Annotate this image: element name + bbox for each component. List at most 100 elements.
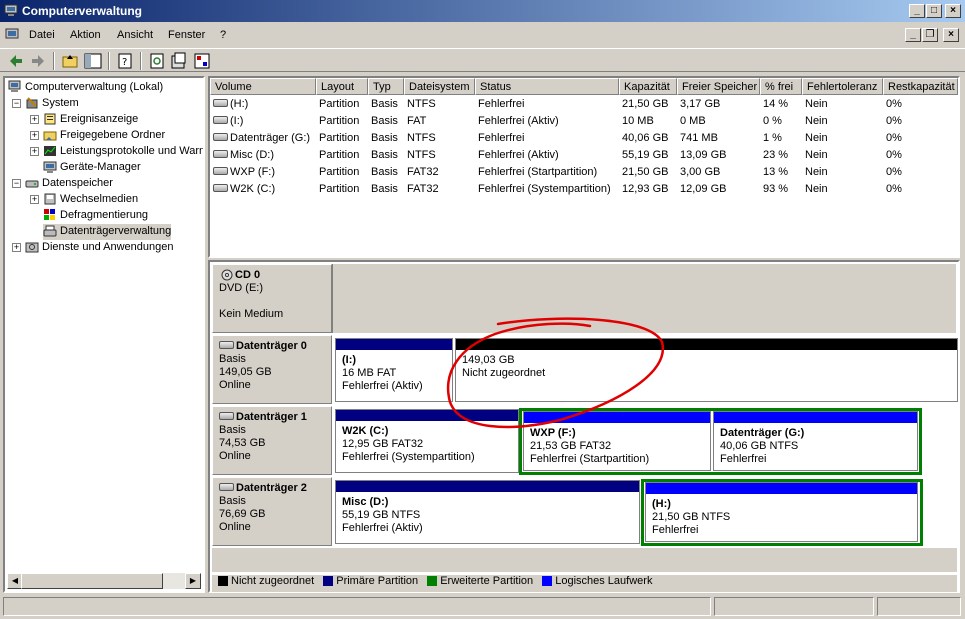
status-segment-3	[877, 597, 961, 616]
cell-capacity: 12,93 GB	[622, 183, 669, 195]
forward-arrow-icon[interactable]	[28, 51, 48, 71]
cell-layout: Partition	[319, 98, 360, 110]
services-icon	[25, 242, 39, 253]
partition-g[interactable]: Datenträger (G:) 40,06 GB NTFS Fehlerfrei	[713, 411, 918, 471]
scroll-thumb[interactable]	[21, 573, 163, 589]
tree-expander-removable[interactable]: +	[30, 195, 39, 204]
computer-icon	[8, 80, 21, 92]
tree-expander-services[interactable]: +	[12, 243, 21, 252]
cell-volume[interactable]: W2K (C:)	[210, 181, 316, 197]
console-tree: Computerverwaltung (Lokal) − System + Er…	[3, 76, 205, 593]
column-header-overhead[interactable]: Restkapazität	[883, 78, 958, 95]
disk-label-cd0[interactable]: CD 0 DVD (E:) Kein Medium	[212, 264, 332, 333]
tree-item-disk-management[interactable]: Datenträgerverwaltung	[43, 224, 172, 240]
menu-aktion[interactable]: Aktion	[70, 29, 101, 41]
column-header-fault-tolerance[interactable]: Fehlertoleranz	[802, 78, 883, 95]
tree-item-performance-logs[interactable]: Leistungsprotokolle und Warnungen	[43, 144, 203, 160]
cell-type: Basis	[371, 166, 398, 178]
drive-icon	[213, 167, 228, 176]
cell-volume[interactable]: WXP (F:)	[210, 164, 316, 180]
cell-fault-tolerance: Nein	[805, 98, 828, 110]
tree-item-shared-folders[interactable]: Freigegebene Ordner	[43, 128, 165, 144]
partition-f[interactable]: WXP (F:) 21,53 GB FAT32 Fehlerfrei (Startp…	[523, 411, 711, 471]
cell-layout: Partition	[319, 166, 360, 178]
column-header-status[interactable]: Status	[475, 78, 619, 95]
cell-volume[interactable]: Datenträger (G:)	[210, 130, 316, 146]
properties-icon[interactable]: ?	[115, 51, 135, 71]
disk-label-disk1[interactable]: Datenträger 1 Basis 74,53 GB Online	[212, 406, 332, 475]
child-restore-button[interactable]: ❐	[922, 28, 938, 42]
tree-item-device-manager[interactable]: Geräte-Manager	[43, 160, 141, 176]
cell-overhead: 0%	[886, 166, 902, 178]
menu-ansicht[interactable]: Ansicht	[117, 29, 153, 41]
cell-capacity: 55,19 GB	[622, 149, 669, 161]
show-hide-tree-icon[interactable]	[83, 51, 103, 71]
disk-label-disk2[interactable]: Datenträger 2 Basis 76,69 GB Online	[212, 477, 332, 546]
status-segment-2	[714, 597, 874, 616]
svg-text:?: ?	[122, 57, 127, 68]
column-header-volume[interactable]: Volume	[210, 78, 316, 95]
cell-fault-tolerance: Nein	[805, 132, 828, 144]
column-header-capacity[interactable]: Kapazität	[619, 78, 677, 95]
partition-d[interactable]: Misc (D:) 55,19 GB NTFS Fehlerfrei (Aktiv)	[335, 480, 640, 544]
cell-volume[interactable]: (H:)	[210, 96, 316, 112]
column-header-filesystem[interactable]: Dateisystem	[404, 78, 475, 95]
child-minimize-button[interactable]: _	[905, 28, 921, 42]
settings-icon[interactable]	[192, 51, 212, 71]
export-list-icon[interactable]	[169, 51, 189, 71]
refresh-icon[interactable]	[147, 51, 167, 71]
tree-expander-event-viewer[interactable]: +	[30, 115, 39, 124]
close-button[interactable]: ×	[945, 4, 961, 18]
cell-free-space: 3,17 GB	[680, 98, 721, 110]
cell-volume[interactable]: Misc (D:)	[210, 147, 316, 163]
cell-overhead: 0%	[886, 132, 902, 144]
tree-item-defragmentation[interactable]: Defragmentierung	[43, 208, 148, 224]
unallocated-space[interactable]: 149,03 GB Nicht zugeordnet	[455, 338, 958, 402]
tree-horizontal-scrollbar[interactable]: ◀ ▶	[7, 573, 201, 589]
maximize-button[interactable]: □	[926, 4, 942, 18]
column-header-layout[interactable]: Layout	[316, 78, 368, 95]
tree-item-removable-media[interactable]: Wechselmedien	[43, 192, 138, 208]
cell-capacity: 21,50 GB	[622, 98, 669, 110]
tree-item-services-apps[interactable]: Dienste und Anwendungen	[25, 240, 174, 256]
tree-expander-system[interactable]: −	[12, 99, 21, 108]
up-folder-icon[interactable]	[60, 51, 80, 71]
back-arrow-icon[interactable]	[6, 51, 26, 71]
cell-layout: Partition	[319, 183, 360, 195]
menu-help[interactable]: ?	[220, 29, 226, 41]
cell-overhead: 0%	[886, 98, 902, 110]
cell-status: Fehlerfrei	[478, 98, 525, 110]
scroll-right-button[interactable]: ▶	[185, 573, 201, 589]
column-header-percent-free[interactable]: % frei	[760, 78, 802, 95]
partition-c[interactable]: W2K (C:) 12,95 GB FAT32 Fehlerfrei (System…	[335, 409, 519, 473]
drive-icon	[213, 133, 228, 142]
cell-type: Basis	[371, 98, 398, 110]
partition-h[interactable]: (H:) 21,50 GB NTFS Fehlerfrei	[645, 482, 918, 542]
tree-item-computer-management[interactable]: Computerverwaltung (Lokal)	[8, 80, 163, 96]
tree-expander-storage[interactable]: −	[12, 179, 21, 188]
menu-bar: Datei Aktion Ansicht Fenster ? _ ❐ ×	[0, 24, 965, 46]
disk-label-disk0[interactable]: Datenträger 0 Basis 149,05 GB Online	[212, 335, 332, 404]
cell-free-space: 13,09 GB	[680, 149, 727, 161]
minimize-button[interactable]: _	[909, 4, 925, 18]
shared-folder-icon	[43, 131, 57, 141]
tree-expander-shared-folders[interactable]: +	[30, 131, 39, 140]
column-header-type[interactable]: Typ	[368, 78, 404, 95]
volume-list: Volume Layout Typ Dateisystem Status Kap…	[208, 76, 960, 258]
tree-item-system[interactable]: System	[25, 96, 79, 112]
tree-item-storage[interactable]: Datenspeicher	[25, 176, 113, 192]
column-header-free-space[interactable]: Freier Speicher	[677, 78, 760, 95]
child-close-button[interactable]: ×	[943, 28, 959, 42]
menu-datei[interactable]: Datei	[29, 29, 55, 41]
document-menu-icon[interactable]	[5, 28, 20, 42]
tree-item-event-viewer[interactable]: Ereignisanzeige	[43, 112, 138, 128]
tree-expander-performance[interactable]: +	[30, 147, 39, 156]
status-segment-1	[3, 597, 711, 616]
cd-drive-icon	[221, 269, 233, 281]
menu-fenster[interactable]: Fenster	[168, 29, 205, 41]
drive-icon	[213, 184, 228, 193]
cell-filesystem: NTFS	[407, 132, 436, 144]
partition-i[interactable]: (I:) 16 MB FAT Fehlerfrei (Aktiv)	[335, 338, 453, 402]
cell-volume[interactable]: (I:)	[210, 113, 316, 129]
drive-icon	[213, 99, 228, 108]
